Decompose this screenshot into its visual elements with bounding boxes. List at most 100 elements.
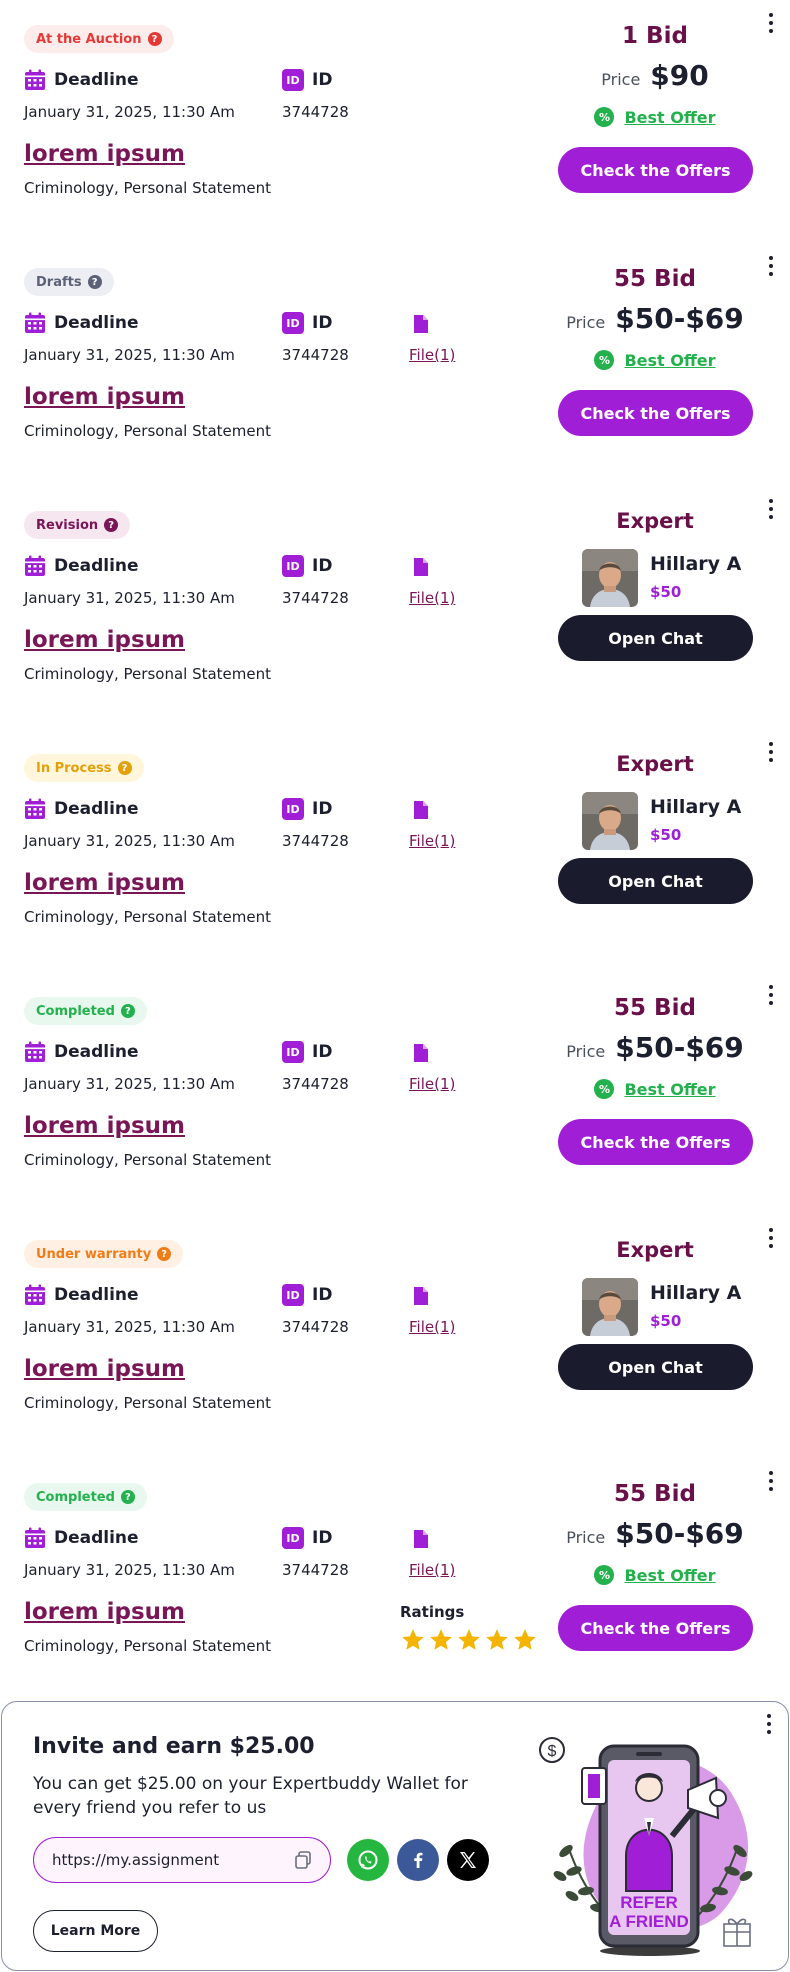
percent-icon: % — [594, 107, 615, 127]
id-icon: ID — [282, 555, 304, 577]
order-subtitle: Criminology, Personal Statement — [24, 1394, 272, 1412]
referral-url-field[interactable]: https://my.assignment — [33, 1837, 331, 1883]
order-title[interactable]: lorem ipsum — [24, 384, 185, 410]
avatar[interactable] — [582, 1278, 638, 1336]
order-id: 3744728 — [282, 1318, 349, 1336]
whatsapp-share-button[interactable] — [347, 1839, 389, 1881]
question-icon[interactable]: ? — [157, 1247, 172, 1261]
question-icon[interactable]: ? — [147, 32, 162, 46]
status-badge: In Process? — [24, 754, 144, 782]
avatar[interactable] — [582, 792, 638, 850]
id-label-text: ID — [312, 1528, 333, 1548]
expert-label: Expert — [616, 752, 694, 776]
more-vert-icon[interactable] — [768, 1471, 774, 1491]
file-link[interactable]: File(1) — [409, 589, 455, 607]
order-title[interactable]: lorem ipsum — [24, 870, 185, 896]
id-icon: ID — [282, 312, 304, 334]
calendar-icon — [25, 1041, 45, 1062]
dollar-coin: $ — [548, 1743, 557, 1760]
learn-more-button[interactable]: Learn More — [33, 1910, 158, 1952]
order-id: 3744728 — [282, 346, 349, 364]
more-vert-icon[interactable] — [768, 1228, 774, 1248]
file-icon — [414, 1530, 428, 1548]
expert-name: Hillary A — [650, 796, 742, 818]
file-link[interactable]: File(1) — [409, 832, 455, 850]
order-title[interactable]: lorem ipsum — [24, 1113, 185, 1139]
order-card: Completed? Deadline ID ID January 31, 2025, … — [0, 973, 790, 1216]
file-link[interactable]: File(1) — [409, 346, 455, 364]
star-icon — [514, 1629, 536, 1650]
best-offer-link[interactable]: % Best Offer — [558, 350, 752, 370]
order-subtitle: Criminology, Personal Statement — [24, 1151, 272, 1169]
id-label: ID ID — [282, 1284, 332, 1306]
deadline-label-text: Deadline — [54, 556, 139, 576]
more-vert-icon[interactable] — [766, 1714, 772, 1734]
best-offer-link[interactable]: % Best Offer — [558, 107, 752, 127]
expert-name: Hillary A — [650, 1282, 742, 1304]
deadline-label-text: Deadline — [54, 313, 139, 333]
more-vert-icon[interactable] — [768, 742, 774, 762]
open-chat-button[interactable]: Open Chat — [558, 858, 753, 904]
question-icon[interactable]: ? — [87, 275, 102, 289]
check-offers-button[interactable]: Check the Offers — [558, 390, 753, 436]
avatar[interactable] — [582, 549, 638, 607]
deadline-value: January 31, 2025, 11:30 Am — [24, 346, 235, 364]
file-link[interactable]: File(1) — [409, 1318, 455, 1336]
best-offer-link[interactable]: % Best Offer — [558, 1565, 752, 1585]
price-value: $50-$69 — [615, 1031, 744, 1064]
star-icon — [402, 1629, 424, 1650]
id-label: ID ID — [282, 1527, 332, 1549]
calendar-icon — [25, 798, 45, 819]
order-title[interactable]: lorem ipsum — [24, 141, 185, 167]
expert-price: $50 — [650, 1312, 682, 1330]
order-title[interactable]: lorem ipsum — [24, 627, 185, 653]
check-offers-button[interactable]: Check the Offers — [558, 147, 753, 193]
open-chat-button[interactable]: Open Chat — [558, 1344, 753, 1390]
id-icon: ID — [282, 1041, 304, 1063]
order-card: In Process? Deadline ID ID January 31, 2025,… — [0, 730, 790, 973]
order-title[interactable]: lorem ipsum — [24, 1599, 185, 1625]
question-icon[interactable]: ? — [117, 761, 132, 775]
best-offer-link[interactable]: % Best Offer — [558, 1079, 752, 1099]
file-link[interactable]: File(1) — [409, 1075, 455, 1093]
star-icon — [458, 1629, 480, 1650]
more-vert-icon[interactable] — [768, 499, 774, 519]
question-icon[interactable]: ? — [120, 1004, 135, 1018]
percent-icon: % — [594, 1079, 615, 1099]
deadline-label-text: Deadline — [54, 70, 139, 90]
expert-name: Hillary A — [650, 553, 742, 575]
facebook-share-button[interactable] — [397, 1839, 439, 1881]
more-vert-icon[interactable] — [768, 256, 774, 276]
deadline-value: January 31, 2025, 11:30 Am — [24, 1318, 235, 1336]
id-label-text: ID — [312, 556, 333, 576]
bid-count: 1 Bid — [622, 23, 688, 49]
id-label-text: ID — [312, 70, 333, 90]
refer-a-friend-illustration: $ REFER A FRIEND — [539, 1737, 753, 1956]
more-vert-icon[interactable] — [768, 13, 774, 33]
deadline-label: Deadline — [24, 798, 139, 820]
question-icon[interactable]: ? — [120, 1490, 135, 1504]
best-offer-text: Best Offer — [624, 1079, 716, 1099]
deadline-value: January 31, 2025, 11:30 Am — [24, 832, 235, 850]
refer-line-2: A FRIEND — [609, 1912, 689, 1931]
status-badge: Completed? — [24, 1483, 147, 1511]
id-label: ID ID — [282, 555, 332, 577]
order-subtitle: Criminology, Personal Statement — [24, 665, 272, 683]
deadline-value: January 31, 2025, 11:30 Am — [24, 1075, 235, 1093]
more-vert-icon[interactable] — [768, 985, 774, 1005]
copy-icon[interactable] — [294, 1851, 312, 1869]
price-value: $50-$69 — [615, 1517, 744, 1550]
status-badge: Completed? — [24, 997, 147, 1025]
open-chat-button[interactable]: Open Chat — [558, 615, 753, 661]
order-title[interactable]: lorem ipsum — [24, 1356, 185, 1382]
check-offers-button[interactable]: Check the Offers — [558, 1119, 753, 1165]
status-badge: Drafts? — [24, 268, 114, 296]
check-offers-button[interactable]: Check the Offers — [558, 1605, 753, 1651]
deadline-label-text: Deadline — [54, 799, 139, 819]
status-text: Under warranty — [36, 1246, 152, 1262]
x-share-button[interactable] — [447, 1839, 489, 1881]
price-value: $90 — [650, 59, 709, 92]
deadline-value: January 31, 2025, 11:30 Am — [24, 1561, 235, 1579]
file-link[interactable]: File(1) — [409, 1561, 455, 1579]
question-icon[interactable]: ? — [104, 518, 119, 532]
